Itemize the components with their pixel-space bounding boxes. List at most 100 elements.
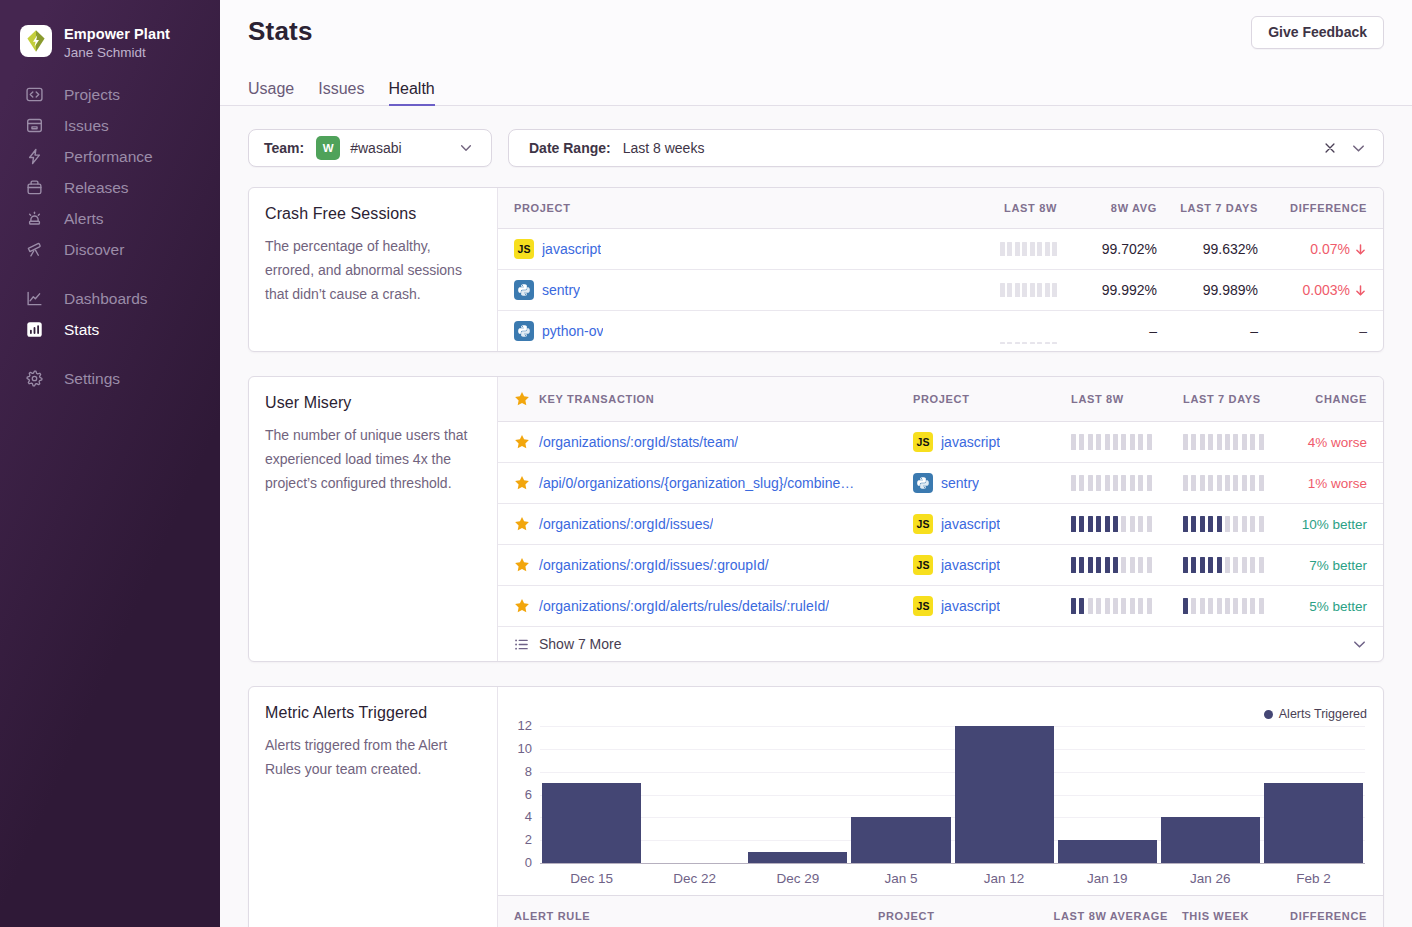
column-header: PROJECT [878, 910, 1038, 922]
project-link[interactable]: python-ov [542, 323, 603, 339]
show-more-button[interactable]: Show 7 More [498, 627, 1383, 661]
project-link[interactable]: javascript [542, 241, 601, 257]
difference-text: 0.07% [1310, 241, 1350, 257]
sidebar: Empower Plant Jane Schmidt Projects Issue… [0, 0, 220, 927]
user-name: Jane Schmidt [64, 44, 170, 61]
chart-bar [1161, 817, 1260, 863]
project-link[interactable]: javascript [941, 557, 1000, 573]
sidebar-item-projects[interactable]: Projects [0, 79, 220, 110]
column-header-label: KEY TRANSACTION [539, 393, 654, 405]
crash-panel-description: The percentage of healthy, errored, and … [265, 234, 481, 306]
sparkline-bar [1022, 342, 1027, 345]
sparkline-bar [1250, 516, 1255, 532]
y-axis-tick-label: 10 [498, 741, 532, 756]
column-header: LAST 8W [1004, 202, 1057, 214]
alerts-chart-area: Alerts Triggered 024681012 Dec 15Dec 22D… [498, 687, 1383, 927]
sidebar-item-dashboards[interactable]: Dashboards [0, 283, 220, 314]
sidebar-item-alerts[interactable]: Alerts [0, 203, 220, 234]
sparkline-bar [1191, 434, 1196, 450]
sparkline-bar [1250, 557, 1255, 573]
key-transaction-cell: /organizations/:orgId/alerts/rules/detai… [514, 598, 913, 614]
star-icon[interactable] [514, 475, 530, 491]
sparkline-bar [1250, 475, 1255, 491]
sidebar-item-issues[interactable]: Issues [0, 110, 220, 141]
project-link[interactable]: javascript [941, 516, 1000, 532]
change-value: 5% better [1309, 599, 1367, 614]
sparkline-bar [1233, 516, 1238, 532]
project-link[interactable]: javascript [941, 598, 1000, 614]
y-axis-tick-label: 6 [498, 787, 532, 802]
sparkline [1071, 598, 1183, 614]
sparkline-bar [1183, 516, 1188, 532]
sidebar-item-releases[interactable]: Releases [0, 172, 220, 203]
discover-icon [26, 241, 43, 258]
tab-usage[interactable]: Usage [248, 79, 294, 108]
date-range-selector[interactable]: Date Range: Last 8 weeks [508, 129, 1384, 167]
star-icon[interactable] [514, 598, 530, 614]
sidebar-item-label: Discover [64, 241, 124, 259]
show-more-label: Show 7 More [539, 636, 621, 652]
team-selector[interactable]: Team: W #wasabi [248, 129, 492, 167]
project-cell: JSjavascript [913, 432, 1071, 452]
sparkline-bar [1259, 516, 1264, 532]
transaction-link[interactable]: /organizations/:orgId/stats/team/ [539, 434, 738, 450]
project-link[interactable]: javascript [941, 434, 1000, 450]
list-icon [514, 637, 529, 652]
give-feedback-button[interactable]: Give Feedback [1251, 16, 1384, 49]
crash-free-sessions-panel: Crash Free Sessions The percentage of he… [248, 187, 1384, 352]
alerts-panel-description: Alerts triggered from the Alert Rules yo… [265, 733, 481, 781]
column-header: ALERT RULE [514, 910, 878, 922]
sparkline-bar [1147, 434, 1152, 450]
star-icon[interactable] [514, 516, 530, 532]
sparkline-bar [1052, 342, 1057, 345]
transaction-link[interactable]: /organizations/:orgId/issues/ [539, 516, 713, 532]
sparkline-bar [1037, 342, 1042, 345]
chart-bar [1058, 840, 1157, 863]
user-misery-table: KEY TRANSACTIONPROJECTLAST 8WLAST 7 DAYS… [498, 377, 1383, 661]
y-axis-tick-label: 12 [498, 718, 532, 733]
sparkline-bar [1007, 283, 1012, 297]
clear-date-icon[interactable] [1319, 137, 1341, 159]
sparkline-bar [1121, 516, 1126, 532]
project-link[interactable]: sentry [941, 475, 979, 491]
sparkline-bar [1242, 557, 1247, 573]
sparkline-bar [1225, 598, 1230, 614]
sidebar-item-stats[interactable]: Stats [0, 314, 220, 345]
sidebar-item-label: Projects [64, 86, 120, 104]
transaction-link[interactable]: /organizations/:orgId/alerts/rules/detai… [539, 598, 829, 614]
project-link[interactable]: sentry [542, 282, 580, 298]
sparkline-bar [1217, 557, 1222, 573]
sidebar-item-performance[interactable]: Performance [0, 141, 220, 172]
sparkline-bar [1225, 475, 1230, 491]
sparkline-bar [1007, 242, 1012, 256]
tab-issues[interactable]: Issues [318, 79, 364, 108]
project-cell: JSjavascript [514, 239, 957, 259]
sparkline-bar [1022, 283, 1027, 297]
star-icon[interactable] [514, 557, 530, 573]
arrow-down-icon [1354, 243, 1367, 256]
sidebar-item-discover[interactable]: Discover [0, 234, 220, 265]
sparkline-bar [1217, 434, 1222, 450]
transaction-link[interactable]: /api/0/organizations/{organization_slug}… [539, 475, 854, 491]
org-switcher[interactable]: Empower Plant Jane Schmidt [0, 25, 220, 61]
sparkline-bar [1088, 598, 1093, 614]
page-header: Stats Give Feedback UsageIssuesHealth [220, 0, 1412, 106]
column-header: DIFFERENCE [1290, 202, 1367, 214]
sparkline-bar [1096, 598, 1101, 614]
x-axis-tick-label: Dec 15 [540, 871, 643, 886]
tab-health[interactable]: Health [389, 79, 435, 108]
sparkline-bar [1183, 475, 1188, 491]
sparkline-bar [1079, 557, 1084, 573]
sparkline-bar [1088, 516, 1093, 532]
date-range-label: Date Range: [529, 140, 611, 156]
project-cell: JSjavascript [913, 596, 1071, 616]
sparkline-bar [1130, 434, 1135, 450]
projects-icon [26, 86, 43, 103]
app-root: Empower Plant Jane Schmidt Projects Issue… [0, 0, 1412, 927]
chevron-down-icon [455, 137, 477, 159]
sidebar-item-settings[interactable]: Settings [0, 363, 220, 394]
sparkline [1183, 516, 1283, 532]
transaction-link[interactable]: /organizations/:orgId/issues/:groupId/ [539, 557, 769, 573]
star-icon[interactable] [514, 434, 530, 450]
sparkline-bar [1147, 475, 1152, 491]
